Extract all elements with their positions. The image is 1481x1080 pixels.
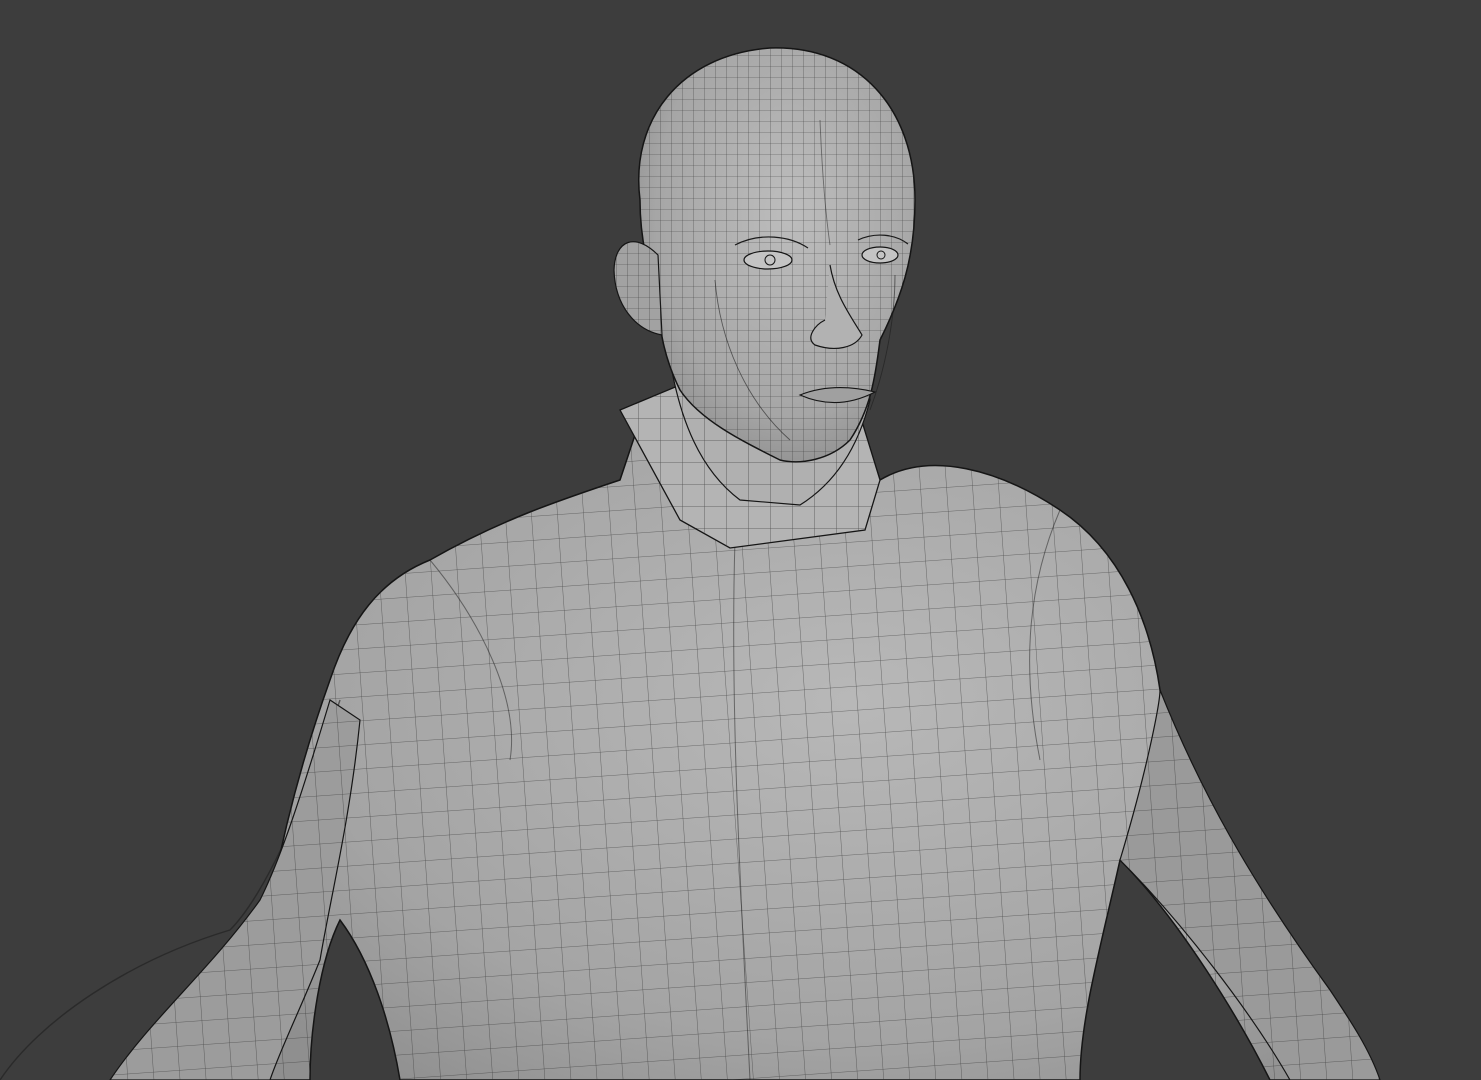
left-eye: [743, 250, 793, 270]
viewport-canvas[interactable]: [0, 0, 1481, 1080]
right-eye: [861, 246, 899, 264]
3d-viewport[interactable]: [0, 0, 1481, 1080]
ear-mesh[interactable]: [613, 241, 663, 336]
